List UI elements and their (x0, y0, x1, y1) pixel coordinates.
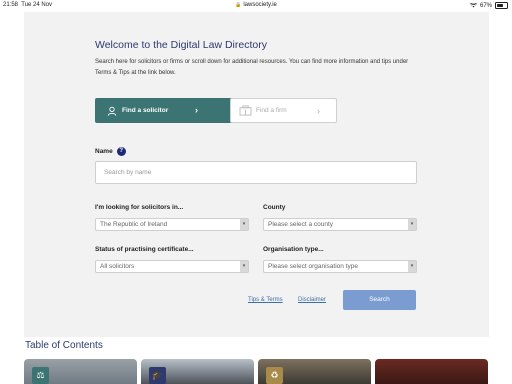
recycle-icon: ♻ (266, 367, 283, 384)
graduation-cap-icon: 🎓 (149, 367, 166, 384)
dropdown-arrow-icon: ▾ (240, 219, 248, 230)
search-button[interactable]: Search (343, 290, 416, 310)
battery-icon (495, 2, 508, 9)
toc-card[interactable] (375, 359, 488, 384)
status-select[interactable]: All solicitors ▾ (95, 260, 249, 273)
tips-terms-link[interactable]: Tips & Terms (248, 297, 283, 303)
building-icon (239, 105, 252, 116)
county-select[interactable]: Please select a county ▾ (263, 218, 417, 231)
disclaimer-link[interactable]: Disclaimer (298, 297, 326, 303)
county-label: County (263, 204, 286, 211)
help-icon[interactable]: ? (116, 147, 126, 156)
status-label: Status of practising certificate... (95, 246, 194, 253)
chevron-right-icon: › (317, 106, 320, 116)
toc-card[interactable]: ⚖ (24, 359, 137, 384)
status-indicators: 67% (469, 2, 508, 9)
find-solicitor-label: Find a solicitor (122, 107, 169, 114)
location-select[interactable]: The Republic of Ireland ▾ (95, 218, 249, 231)
find-firm-button[interactable]: Find a firm › (230, 98, 337, 123)
scales-icon: ⚖ (32, 367, 49, 384)
location-label: I'm looking for solicitors in... (95, 204, 184, 211)
chevron-right-icon: › (195, 105, 198, 115)
dropdown-arrow-icon: ▾ (408, 261, 416, 272)
battery-percent: 67% (479, 2, 492, 9)
intro-text: Search here for solicitors or firms or s… (95, 59, 409, 76)
wifi-icon (469, 3, 477, 8)
dropdown-arrow-icon: ▾ (240, 261, 248, 272)
lock-icon: 🔒 (235, 2, 242, 8)
find-solicitor-button[interactable]: Find a solicitor › (95, 98, 242, 123)
page-title: Welcome to the Digital Law Directory (95, 39, 267, 51)
toc-card[interactable]: 🎓 (141, 359, 254, 384)
status-bar: 21:58 Tue 24 Nov 🔒 lawsociety.ie 67% (0, 0, 512, 11)
find-firm-label: Find a firm (256, 107, 287, 114)
toc-card[interactable]: ♻ (258, 359, 371, 384)
org-type-select[interactable]: Please select organisation type ▾ (263, 260, 417, 273)
name-label: Name ? (95, 147, 126, 156)
toc-heading: Table of Contents (25, 340, 103, 351)
address-bar[interactable]: 🔒 lawsociety.ie (0, 2, 512, 8)
name-search-input[interactable]: Search by name (95, 161, 417, 184)
org-type-label: Organisation type... (263, 246, 324, 253)
dropdown-arrow-icon: ▾ (408, 219, 416, 230)
person-icon (107, 106, 117, 116)
